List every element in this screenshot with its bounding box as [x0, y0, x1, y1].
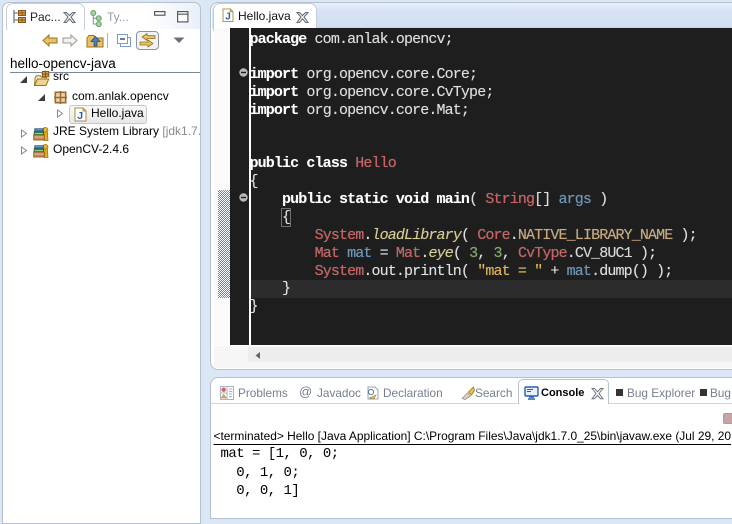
svg-text:J: J: [225, 11, 231, 22]
svg-text:J: J: [77, 110, 83, 122]
